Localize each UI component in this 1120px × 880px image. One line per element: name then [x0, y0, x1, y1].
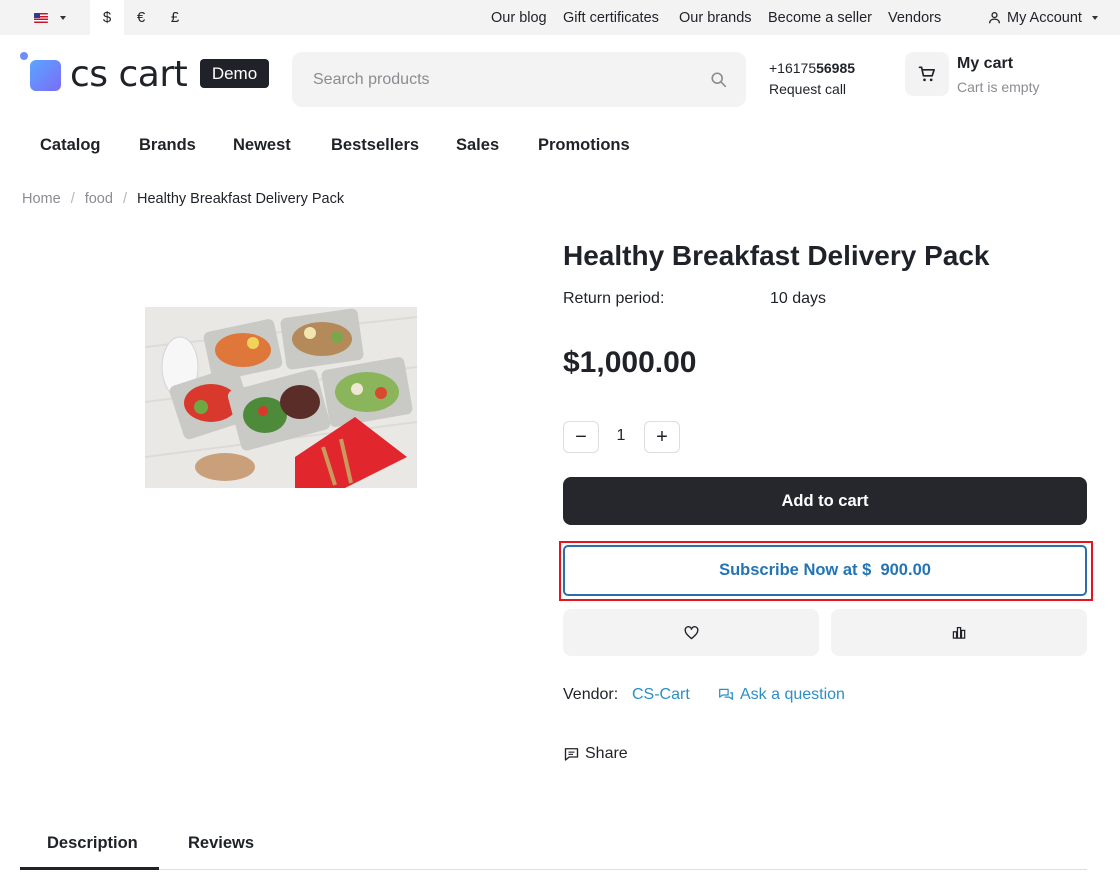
nav-catalog[interactable]: Catalog [40, 136, 101, 155]
compare-icon [952, 626, 966, 639]
logo-mark [30, 60, 61, 91]
store-logo[interactable]: cs cart Demo [20, 52, 270, 95]
product-image[interactable] [145, 307, 417, 488]
chevron-down-icon [1091, 15, 1098, 20]
breadcrumb: Home / food / Healthy Breakfast Delivery… [22, 191, 344, 207]
return-period-label: Return period: [563, 290, 665, 307]
phone-prefix: +16175 [769, 60, 817, 76]
nav-bestsellers[interactable]: Bestsellers [331, 136, 419, 155]
chat-icon [719, 688, 733, 700]
quantity-value[interactable]: 1 [611, 427, 631, 445]
cart-title[interactable]: My cart [957, 55, 1013, 73]
phone-number[interactable]: +1617556985 [769, 58, 855, 79]
link-gift-certificates[interactable]: Gift certificates [563, 10, 659, 26]
breadcrumb-current: Healthy Breakfast Delivery Pack [136, 191, 345, 207]
product-price: $1,000.00 [563, 346, 697, 379]
user-icon [988, 11, 1001, 24]
tab-reviews[interactable]: Reviews [188, 834, 254, 853]
search-icon[interactable] [710, 71, 728, 89]
cart-icon [918, 66, 935, 82]
demo-badge: Demo [200, 59, 269, 88]
add-to-wishlist-button[interactable] [563, 609, 819, 656]
breadcrumb-food[interactable]: food [85, 191, 113, 207]
vendor-label: Vendor: [563, 686, 619, 703]
search-bar [292, 52, 746, 107]
my-account-label: My Account [1007, 9, 1082, 26]
active-tab-indicator [20, 867, 159, 870]
phone-suffix: 56985 [816, 60, 856, 76]
logo-dot [20, 52, 28, 60]
phone-block: +1617556985 Request call [769, 58, 855, 100]
vendor-link[interactable]: CS-Cart [632, 686, 690, 704]
heart-icon [684, 625, 698, 639]
nav-sales[interactable]: Sales [456, 136, 499, 155]
ask-question-link[interactable]: Ask a question [718, 686, 845, 704]
quantity-decrease-button[interactable]: − [563, 421, 599, 453]
cart-button[interactable] [905, 52, 949, 96]
share-button[interactable]: Share [564, 745, 628, 763]
add-to-compare-button[interactable] [831, 609, 1087, 656]
cart-status: Cart is empty [957, 79, 1040, 95]
my-account-menu[interactable]: My Account [988, 0, 1098, 35]
quantity-increase-button[interactable]: + [644, 421, 680, 453]
link-our-brands[interactable]: Our brands [679, 10, 752, 26]
nav-promotions[interactable]: Promotions [538, 136, 630, 155]
subscribe-button[interactable]: Subscribe Now at $ 900.00 [563, 545, 1087, 596]
return-period-value: 10 days [770, 290, 827, 307]
share-label: Share [585, 745, 628, 762]
top-bar: $ € £ Our blog Gift certificates Our bra… [0, 0, 1120, 35]
breadcrumb-separator: / [70, 191, 75, 207]
link-become-seller[interactable]: Become a seller [768, 10, 872, 26]
breadcrumb-separator: / [122, 191, 127, 207]
food-containers-photo [145, 307, 417, 488]
logo-text: cs cart [70, 54, 188, 95]
add-to-cart-button[interactable]: Add to cart [563, 477, 1087, 525]
link-vendors[interactable]: Vendors [888, 10, 941, 26]
product-title: Healthy Breakfast Delivery Pack [563, 240, 990, 271]
breadcrumb-home[interactable]: Home [22, 191, 61, 207]
tab-description[interactable]: Description [47, 834, 138, 853]
nav-newest[interactable]: Newest [233, 136, 291, 155]
tabs-divider [20, 869, 1087, 870]
nav-brands[interactable]: Brands [139, 136, 196, 155]
link-our-blog[interactable]: Our blog [491, 10, 547, 26]
share-icon [564, 748, 579, 761]
request-call-link[interactable]: Request call [769, 79, 855, 100]
search-input[interactable] [313, 70, 673, 89]
ask-question-label: Ask a question [740, 686, 845, 703]
